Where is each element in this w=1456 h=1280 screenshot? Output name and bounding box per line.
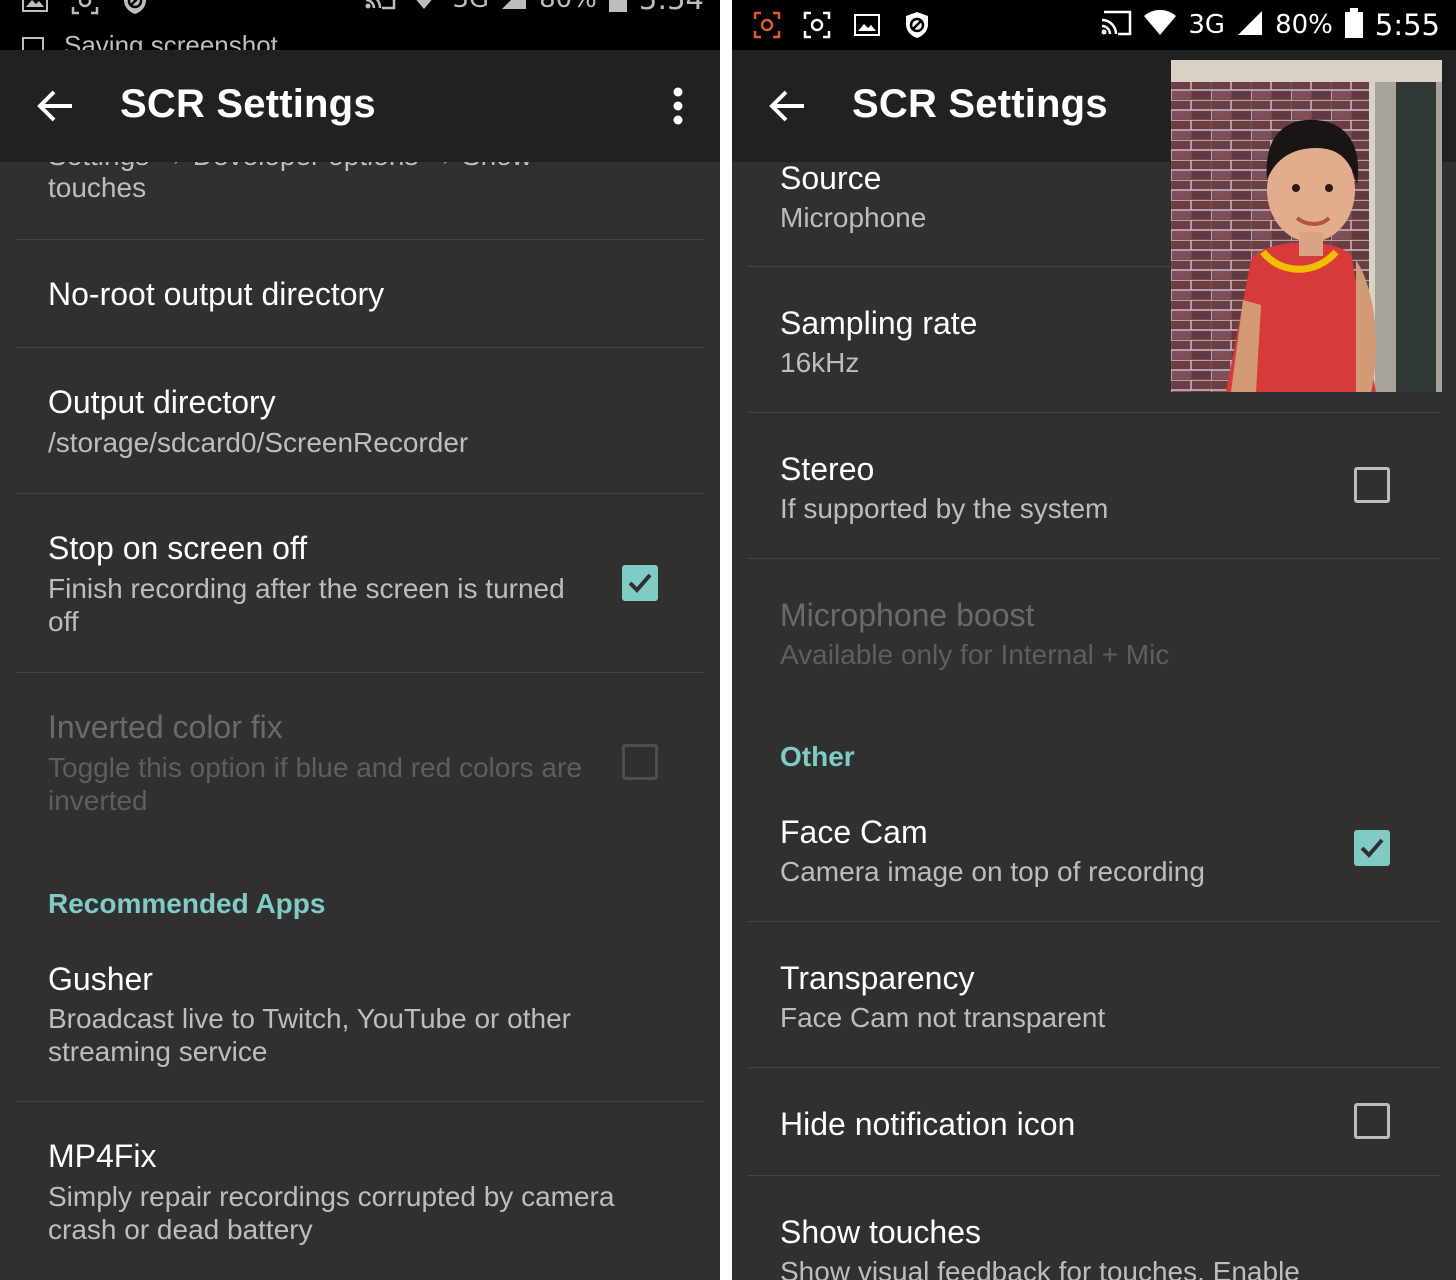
image-icon bbox=[852, 10, 882, 40]
hide-notification-icon-checkbox[interactable] bbox=[1354, 1103, 1390, 1139]
pref-title: Sampling rate bbox=[780, 305, 978, 341]
pref-title: Stop on screen off bbox=[48, 530, 308, 566]
battery-percent: 80% bbox=[539, 0, 597, 14]
network-type: 3G bbox=[452, 0, 489, 14]
app-title: Gusher bbox=[48, 961, 153, 997]
app-summary: Broadcast live to Twitch, YouTube or oth… bbox=[48, 1003, 571, 1067]
pref-title: Face Cam bbox=[780, 814, 928, 850]
status-icons-left bbox=[752, 10, 932, 40]
app-mp4fix[interactable]: MP4Fix Simply repair recordings corrupte… bbox=[16, 1102, 704, 1280]
shield-icon bbox=[902, 10, 932, 40]
pref-summary: 16kHz bbox=[780, 347, 860, 378]
pref-summary: /storage/sdcard0/ScreenRecorder bbox=[48, 427, 469, 458]
pref-title: Stereo bbox=[780, 451, 875, 487]
pref-title: No-root output directory bbox=[48, 276, 385, 312]
status-icons-right: 3G 80% 5:54 bbox=[364, 0, 704, 16]
stop-on-screen-off-checkbox[interactable] bbox=[622, 565, 658, 601]
pref-output-directory[interactable]: Output directory /storage/sdcard0/Screen… bbox=[16, 348, 704, 493]
back-arrow-icon[interactable] bbox=[768, 86, 808, 126]
face-cam-checkbox[interactable] bbox=[1354, 830, 1390, 866]
pref-stereo[interactable]: Stereo If supported by the system bbox=[748, 413, 1440, 558]
pref-summary: Face Cam not transparent bbox=[780, 1002, 1106, 1033]
pref-title: Transparency bbox=[780, 960, 975, 996]
partial-summary-tail: touches bbox=[48, 172, 147, 203]
wifi-icon bbox=[408, 0, 440, 14]
pref-summary: Available only for Internal + Mic bbox=[780, 639, 1170, 670]
status-icons-right: 3G 80% 5:55 bbox=[1100, 8, 1440, 42]
cast-icon bbox=[1100, 10, 1132, 40]
pref-face-cam[interactable]: Face Cam Camera image on top of recordin… bbox=[748, 790, 1440, 921]
pref-inverted-color-fix: Inverted color fix Toggle this option if… bbox=[16, 673, 704, 851]
page-title: SCR Settings bbox=[120, 82, 376, 126]
pref-hide-notification-icon[interactable]: Hide notification icon bbox=[748, 1068, 1440, 1175]
pref-title: Hide notification icon bbox=[780, 1106, 1076, 1142]
status-bar: 3G 80% 5:55 bbox=[732, 0, 1456, 50]
pref-title: Microphone boost bbox=[780, 597, 1035, 633]
pref-summary: Microphone bbox=[780, 202, 927, 233]
pref-title: Inverted color fix bbox=[48, 709, 283, 745]
pref-title: Source bbox=[780, 160, 882, 196]
pref-title: Show touches bbox=[780, 1214, 982, 1250]
overflow-menu-icon[interactable] bbox=[672, 86, 684, 126]
back-arrow-icon[interactable] bbox=[36, 86, 76, 126]
pref-summary: Toggle this option if blue and red color… bbox=[48, 752, 582, 816]
status-bar: 3G 80% 5:54 Saving screenshot bbox=[0, 0, 720, 50]
app-title: MP4Fix bbox=[48, 1138, 157, 1174]
image-icon bbox=[20, 0, 50, 16]
cast-icon bbox=[364, 0, 396, 14]
battery-icon bbox=[608, 0, 627, 16]
pref-title: Output directory bbox=[48, 384, 276, 420]
pref-summary: Camera image on top of recording bbox=[780, 856, 1205, 887]
battery-icon bbox=[1344, 8, 1363, 42]
notification-text: Saving screenshot bbox=[64, 30, 278, 50]
pref-microphone-boost: Microphone boost Available only for Inte… bbox=[748, 559, 1440, 704]
pref-stop-on-screen-off[interactable]: Stop on screen off Finish recording afte… bbox=[16, 494, 704, 672]
wifi-icon bbox=[1144, 9, 1177, 40]
shield-icon bbox=[120, 0, 150, 16]
signal-icon bbox=[1237, 10, 1263, 40]
left-screen: 3G 80% 5:54 Saving screenshot SCR Settin… bbox=[0, 0, 720, 1280]
notification-bar: Saving screenshot bbox=[22, 30, 278, 50]
page-title: SCR Settings bbox=[852, 82, 1108, 126]
recording-icon bbox=[752, 10, 782, 40]
network-type: 3G bbox=[1188, 10, 1226, 40]
notification-icon bbox=[22, 36, 44, 50]
app-gusher[interactable]: Gusher Broadcast live to Twitch, YouTube… bbox=[16, 935, 704, 1101]
pref-show-touches[interactable]: Show touches Show visual feedback for to… bbox=[748, 1176, 1440, 1280]
battery-percent: 80% bbox=[1275, 10, 1333, 40]
signal-icon bbox=[501, 0, 527, 14]
screenshot-icon bbox=[70, 0, 100, 16]
pref-no-root-output-directory[interactable]: No-root output directory bbox=[16, 240, 704, 347]
clock: 5:54 bbox=[639, 0, 704, 16]
face-cam-preview[interactable] bbox=[1171, 60, 1442, 392]
pref-summary: Finish recording after the screen is tur… bbox=[48, 573, 565, 637]
pref-summary: Show visual feedback for touches. Enable bbox=[780, 1256, 1300, 1280]
app-summary: Simply repair recordings corrupted by ca… bbox=[48, 1181, 615, 1245]
stereo-checkbox[interactable] bbox=[1354, 467, 1390, 503]
status-icons-left bbox=[20, 0, 150, 16]
screenshot-icon bbox=[802, 10, 832, 40]
inverted-color-fix-checkbox bbox=[622, 744, 658, 780]
pref-summary: If supported by the system bbox=[780, 493, 1109, 524]
category-other: Other bbox=[780, 741, 855, 772]
pref-transparency[interactable]: Transparency Face Cam not transparent bbox=[748, 922, 1440, 1067]
category-recommended-apps: Recommended Apps bbox=[48, 888, 326, 919]
clock: 5:55 bbox=[1374, 8, 1440, 42]
app-toolbar: SCR Settings bbox=[0, 50, 720, 162]
